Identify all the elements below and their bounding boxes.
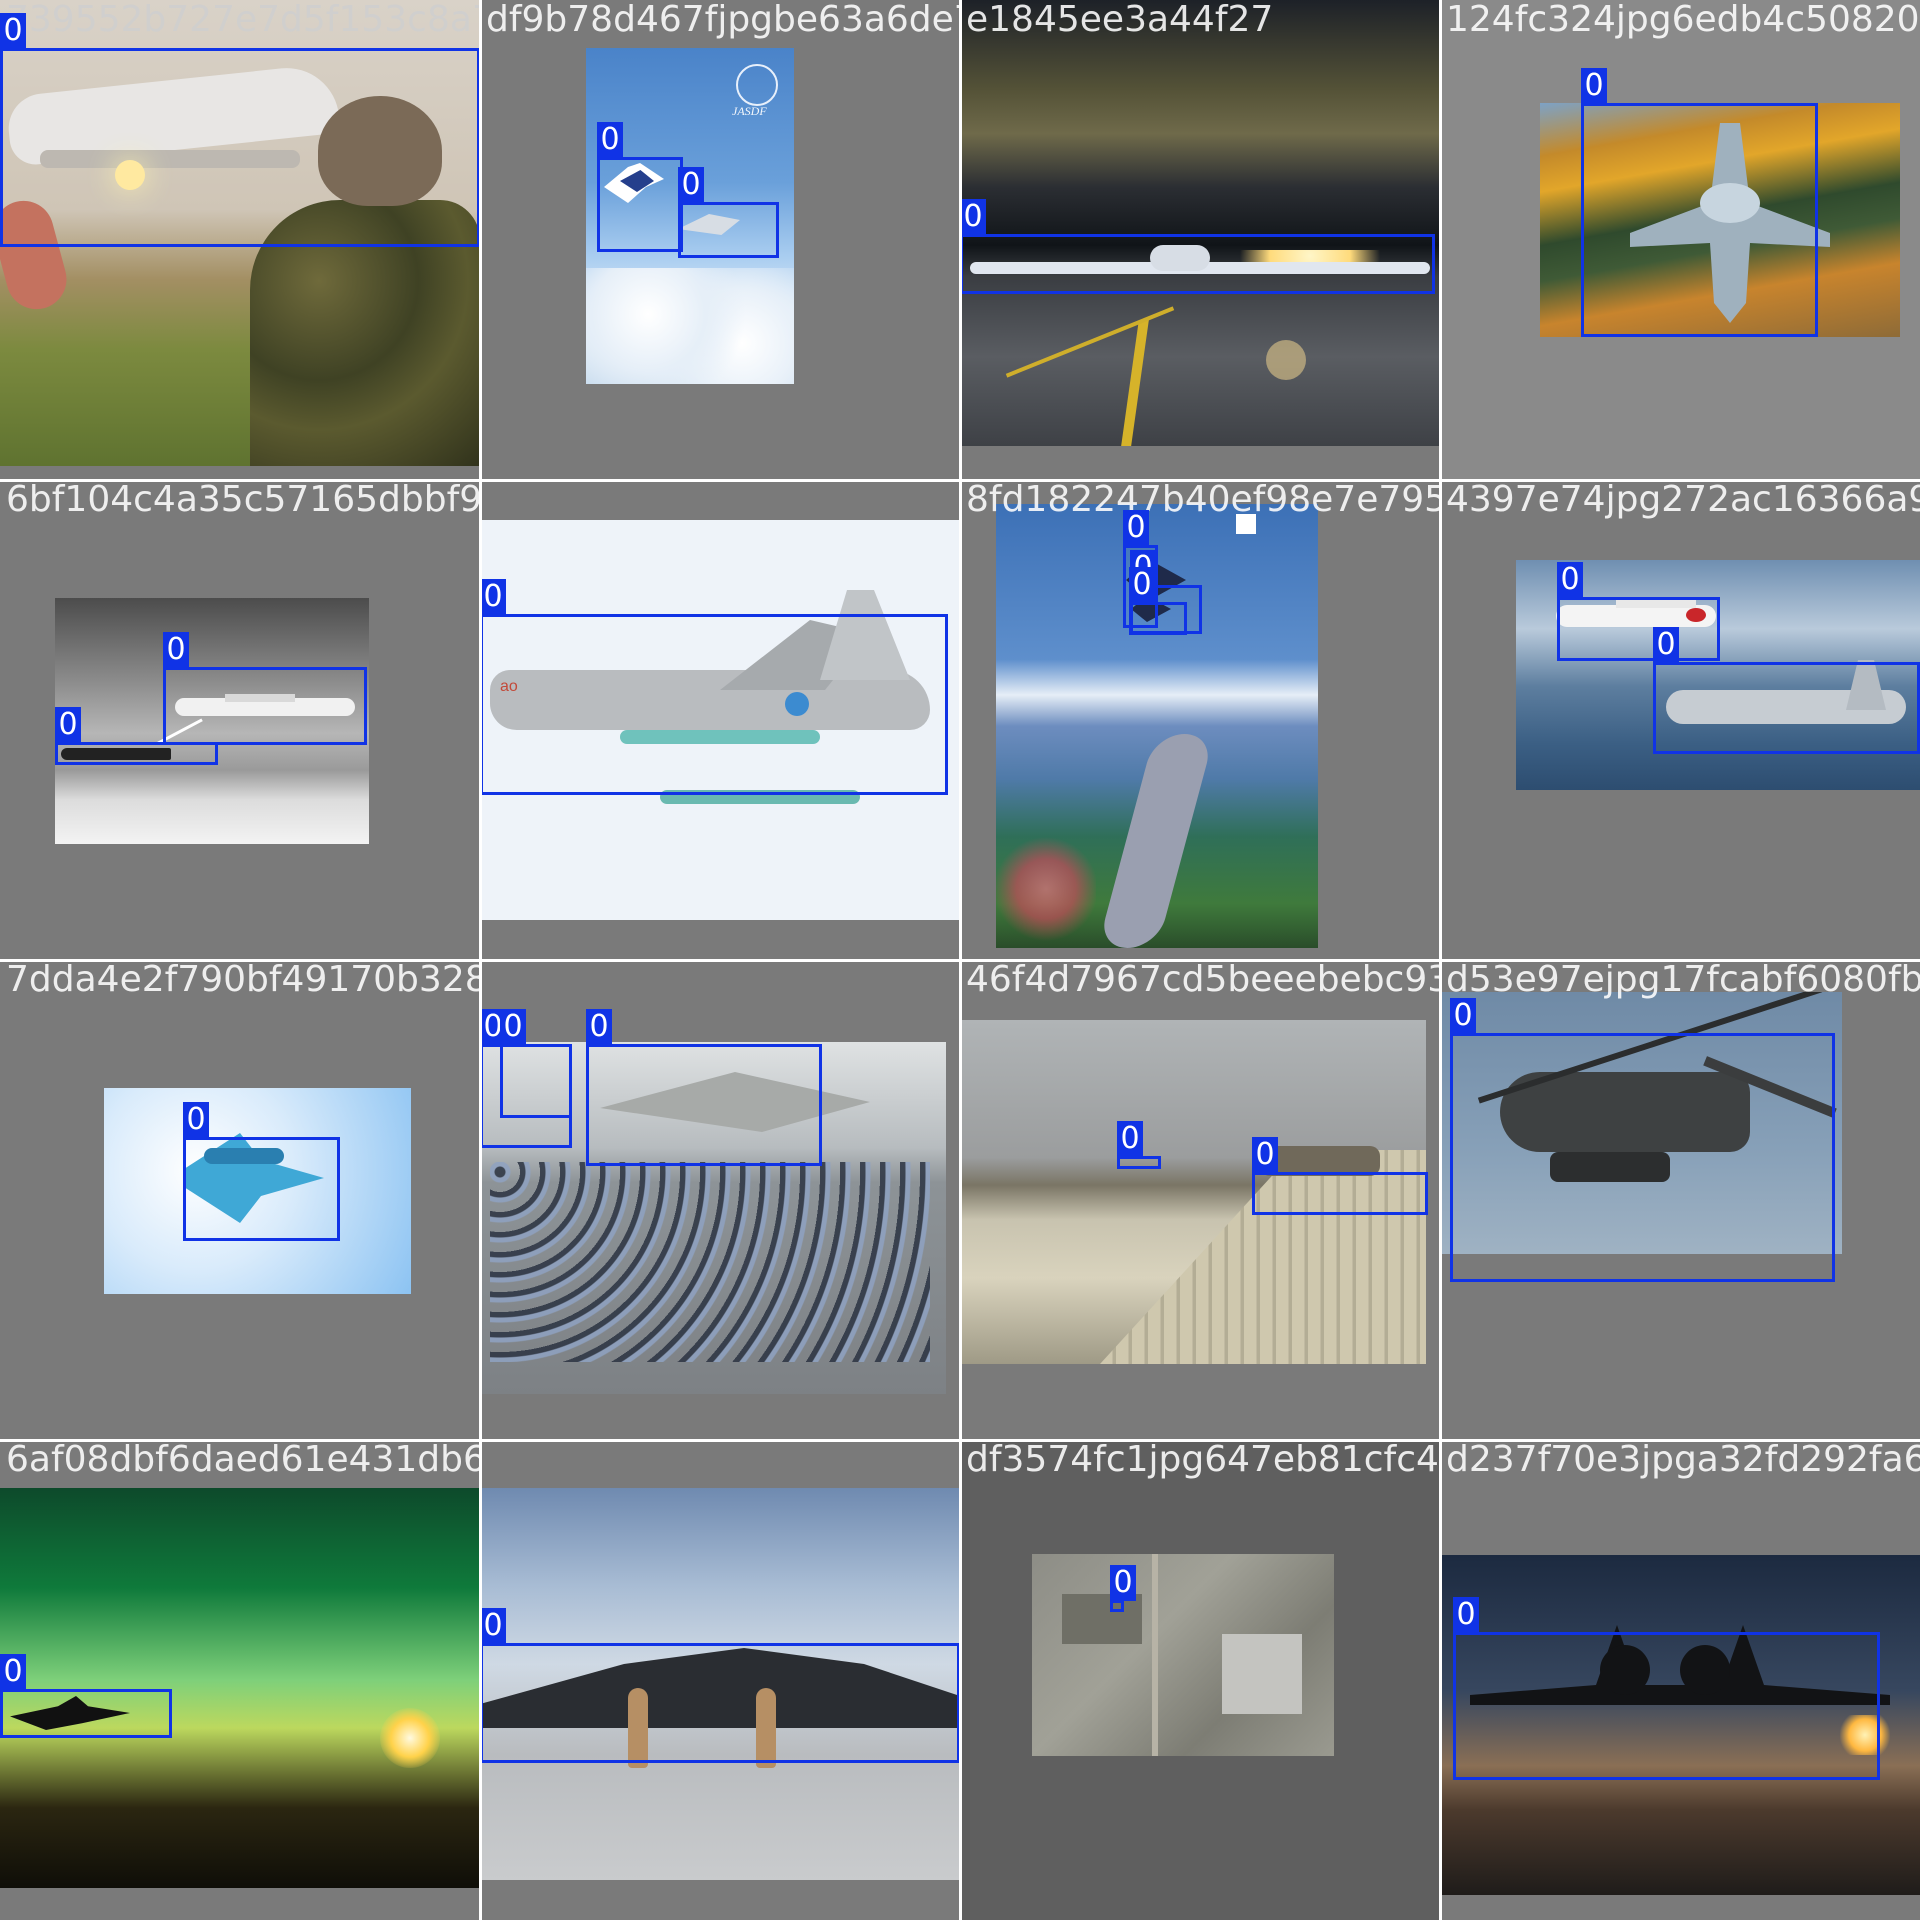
class-label: 0 <box>163 632 189 668</box>
base-buildings <box>1062 1594 1142 1644</box>
class-label: 0 <box>500 1009 526 1045</box>
tile-r2c1: 0 0 0 <box>480 960 960 1440</box>
class-label: 0 <box>597 122 623 158</box>
class-label: 0 <box>1117 1121 1143 1157</box>
tile-r1c1: ao 0 <box>480 480 960 960</box>
detection-box: 0 <box>500 1009 572 1118</box>
detection-box: 0 <box>0 1654 172 1738</box>
class-label: 0 <box>1450 998 1476 1034</box>
class-label: 0 <box>1453 1597 1479 1633</box>
class-label: 0 <box>960 199 986 235</box>
detection-box: 0 <box>1117 1121 1161 1169</box>
jasdf-logo <box>736 64 778 106</box>
detection-box: 0 <box>1450 998 1835 1282</box>
filename-caption: df9b78d467fjpgbe63a6de7bf09e37d0569jpg <box>486 0 960 40</box>
grid-divider <box>0 1439 1920 1442</box>
sun <box>380 1708 440 1768</box>
class-label: 0 <box>480 579 506 615</box>
jasdf-logo-text: JASDF <box>732 104 767 118</box>
detection-box: 0 <box>597 122 683 252</box>
river <box>1097 734 1215 948</box>
class-label: 0 <box>480 1608 506 1644</box>
tile-r3c1: 0 <box>480 1440 960 1920</box>
detection-box: 0 <box>1110 1565 1136 1612</box>
detection-box: 0 <box>1129 567 1187 635</box>
tile-r0c2: e1845ee3a44f27 0 <box>960 0 1440 480</box>
detection-box: 0 <box>1453 1597 1880 1780</box>
class-label: 0 <box>586 1009 612 1045</box>
detection-box: 0 <box>480 1608 960 1763</box>
personnel-group <box>490 1162 930 1362</box>
detection-box: 0 <box>1252 1137 1428 1215</box>
filename-caption: 124fc324jpg6edb4c50820433 <box>1446 0 1920 40</box>
tile-r1c3: 4397e74jpg272ac16366a9 0 0 <box>1440 480 1920 960</box>
class-label: 0 <box>0 13 26 49</box>
tile-r2c2: 46f4d7967cd5beeebebc93ff9 0 0 <box>960 960 1440 1440</box>
class-label: 0 <box>1252 1137 1278 1173</box>
grid-divider <box>0 479 1920 482</box>
tile-r2c0: 7dda4e2f790bf49170b32814e4b4a39d34jpg1be… <box>0 960 480 1440</box>
tile-r3c3: d237f70e3jpga32fd292fa6ee7 0 <box>1440 1440 1920 1920</box>
detection-box: 0 <box>0 13 480 247</box>
grid-divider <box>0 959 1920 962</box>
detection-box: 0 <box>960 199 1435 294</box>
detection-box: 0 <box>1557 562 1720 661</box>
detection-box: 0 <box>480 579 948 795</box>
detection-box: 0 <box>586 1009 822 1166</box>
tile-r0c3: 124fc324jpg6edb4c50820433 0 <box>1440 0 1920 480</box>
tile-r2c3: d53e97ejpg17fcabf6080fb4 0 <box>1440 960 1920 1440</box>
class-label: 0 <box>1129 567 1155 603</box>
detection-box: 0 <box>183 1102 340 1241</box>
photo-night-runway <box>960 0 1440 446</box>
detection-box: 0 <box>678 167 779 258</box>
photo-green-sunset <box>0 1488 480 1888</box>
filename-caption: 6af08dbf6daed61e431db6d8cb6769209c2ef3dc… <box>6 1440 480 1480</box>
filename-caption: 4397e74jpg272ac16366a9 <box>1446 480 1920 520</box>
photo-satellite-base <box>1032 1554 1334 1756</box>
class-label: 0 <box>1653 627 1679 663</box>
class-label: 0 <box>1557 562 1583 598</box>
class-label: 0 <box>1581 68 1607 104</box>
tile-r0c1: JASDF df9b78d467fjpgbe63a6de7bf09e37d056… <box>480 0 960 480</box>
tile-r0c0: 739552b727e7d5f153c8a7 0 <box>0 0 480 480</box>
detection-box: 0 <box>163 632 367 745</box>
tile-r3c2: df3574fc1jpg647eb81cfc42c5 0 <box>960 1440 1440 1920</box>
tile-r1c0: 6bf104c4a35c57165dbbf9f2eb52028dpge6ad5c… <box>0 480 480 960</box>
filename-caption: 6bf104c4a35c57165dbbf9f2eb52028dpge6ad5c… <box>6 480 480 520</box>
class-label: 0 <box>1110 1565 1136 1601</box>
detection-box: 0 <box>1653 627 1920 754</box>
filename-caption: 7dda4e2f790bf49170b32814e4b4a39d34jpg1be… <box>6 960 480 1000</box>
tile-r1c2: 8fd182247b40ef98e7e79555a 0 0 0 <box>960 480 1440 960</box>
class-label: 0 <box>183 1102 209 1138</box>
mosaic-grid: 739552b727e7d5f153c8a7 0 JASDF df9b78d46… <box>0 0 1920 1920</box>
class-label: 0 <box>1123 510 1149 546</box>
class-label: 0 <box>55 707 81 743</box>
filename-caption: d237f70e3jpga32fd292fa6ee7 <box>1446 1440 1920 1480</box>
detection-box: 0 <box>1581 68 1818 337</box>
detection-box: 0 <box>55 707 218 765</box>
filename-caption: df3574fc1jpg647eb81cfc42c5 <box>966 1440 1440 1480</box>
tile-r3c0: 6af08dbf6daed61e431db6d8cb6769209c2ef3dc… <box>0 1440 480 1920</box>
class-label: 0 <box>0 1654 26 1690</box>
class-label: 0 <box>678 167 704 203</box>
filename-caption: 46f4d7967cd5beeebebc93ff9 <box>966 960 1440 1000</box>
